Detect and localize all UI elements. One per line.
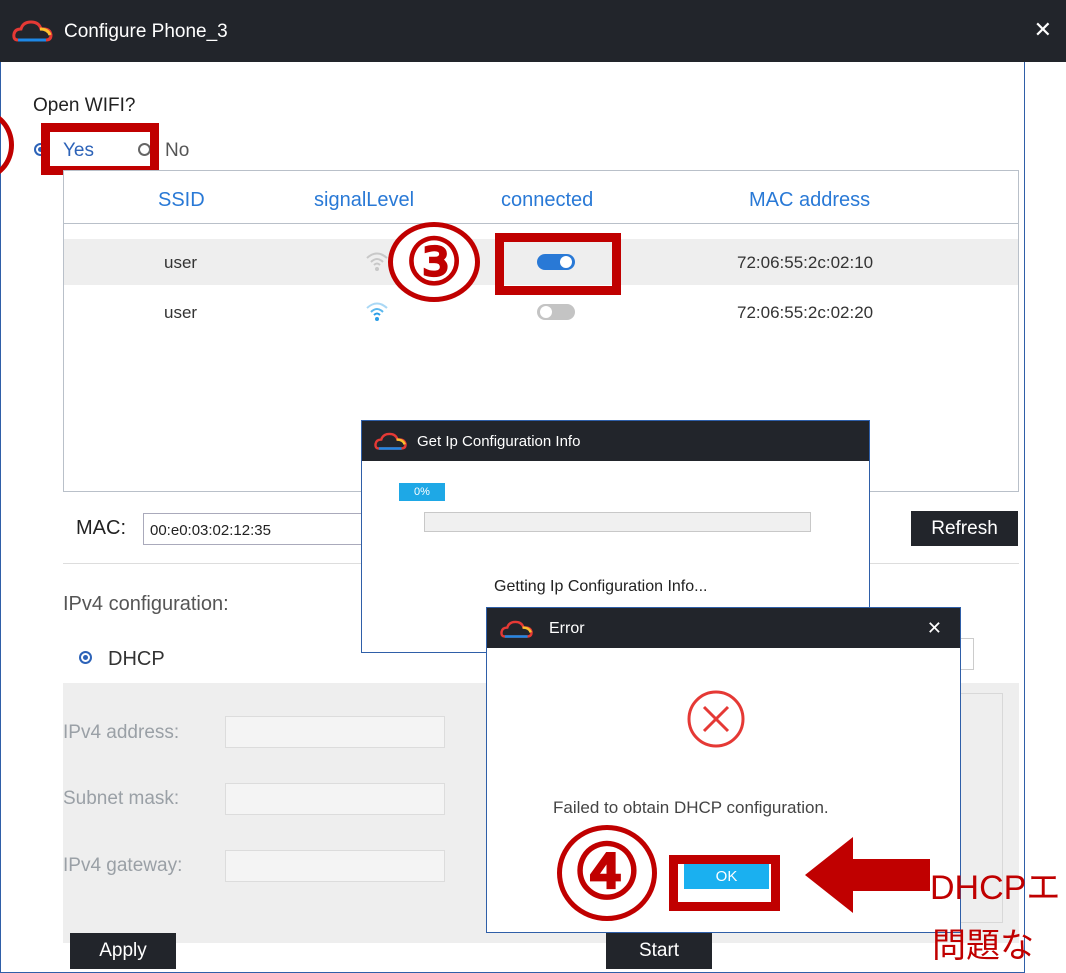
error-message: Failed to obtain DHCP configuration. [553, 798, 829, 817]
close-icon[interactable]: ✕ [927, 618, 942, 639]
cloud-logo-icon [12, 20, 53, 42]
subnet-mask-label: Subnet mask: [63, 788, 180, 809]
annotation-note-line2: 問題な [932, 927, 1034, 965]
progress-percent-label: 0% [414, 486, 430, 498]
table-row[interactable]: user 72:06:55:2c:02:20 [64, 289, 1018, 335]
wifi-signal-icon [366, 302, 388, 321]
progress-percent-badge: 0% [399, 483, 445, 501]
progress-bar [424, 512, 811, 532]
annotation-highlight-yes [41, 123, 159, 175]
wifi-no-label[interactable]: No [165, 140, 189, 162]
start-button[interactable]: Start [606, 933, 712, 969]
ipv4-gateway-input[interactable] [225, 850, 445, 882]
table-header: SSID signalLevel connected MAC address [64, 171, 1018, 224]
toggle-switch-icon[interactable] [537, 304, 575, 320]
col-mac-address[interactable]: MAC address [749, 189, 870, 212]
ssid-cell: user [164, 253, 198, 272]
arrow-left-icon [805, 837, 930, 913]
annotation-step-3: ③ [388, 222, 480, 302]
ipv4-config-label: IPv4 configuration: [63, 593, 229, 615]
annotation-highlight-ok [669, 855, 780, 911]
dhcp-radio[interactable] [79, 651, 92, 664]
col-signal-level[interactable]: signalLevel [314, 189, 414, 212]
dhcp-label[interactable]: DHCP [108, 648, 165, 671]
subnet-mask-input[interactable] [225, 783, 445, 815]
annotation-highlight-toggle [495, 233, 621, 295]
error-x-circle-icon [687, 690, 745, 748]
ipv4-address-input[interactable] [225, 716, 445, 748]
progress-status-text: Getting Ip Configuration Info... [494, 578, 708, 595]
mac-cell: 72:06:55:2c:02:10 [737, 253, 874, 272]
refresh-button[interactable]: Refresh [911, 511, 1018, 546]
mac-cell: 72:06:55:2c:02:20 [737, 303, 874, 322]
progress-dialog-title: Get Ip Configuration Info [417, 433, 581, 450]
mac-label: MAC: [76, 517, 126, 539]
annotation-note-line1: DHCPエ [930, 869, 1061, 907]
col-ssid[interactable]: SSID [158, 189, 205, 212]
cloud-logo-icon [374, 432, 407, 450]
col-connected[interactable]: connected [501, 189, 593, 212]
annotation-step-4: ④ [557, 825, 657, 921]
mac-field[interactable]: 00:e0:03:02:12:35 [143, 513, 373, 545]
close-icon[interactable]: ✕ [1034, 17, 1052, 43]
cloud-logo-icon [500, 620, 533, 638]
ipv4-gateway-label: IPv4 gateway: [63, 855, 183, 876]
apply-button[interactable]: Apply [70, 933, 176, 969]
window-title: Configure Phone_3 [64, 21, 228, 42]
error-dialog-titlebar: Error ✕ [487, 608, 960, 648]
progress-dialog-titlebar: Get Ip Configuration Info [362, 421, 869, 461]
error-dialog-title: Error [549, 620, 585, 637]
ipv4-address-label: IPv4 address: [63, 722, 180, 743]
window-titlebar: Configure Phone_3 ✕ [0, 0, 1066, 62]
ssid-cell: user [164, 303, 198, 322]
open-wifi-label: Open WIFI? [33, 95, 136, 116]
wifi-signal-icon [366, 252, 388, 271]
